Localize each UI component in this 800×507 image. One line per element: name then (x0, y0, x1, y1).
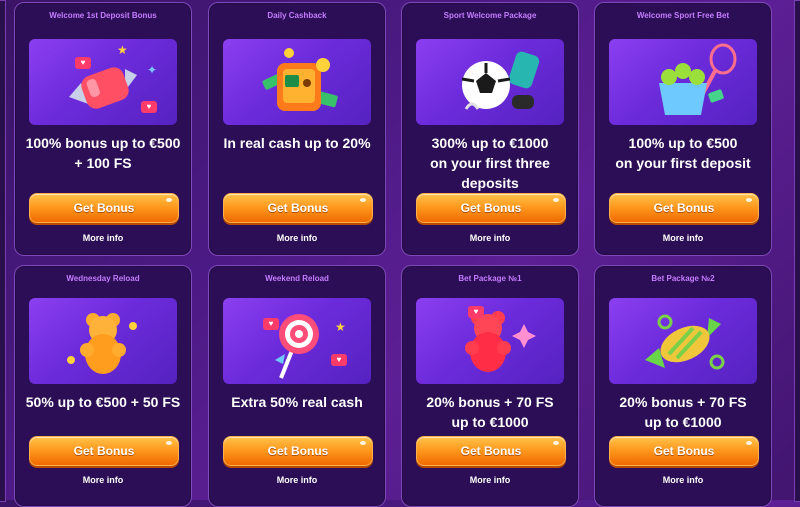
card-title: Bet Package №2 (651, 274, 715, 283)
shine-icon (360, 198, 366, 202)
card-title: Sport Welcome Package (443, 11, 537, 20)
bonus-card: Weekend Reload ♥ ♥ ★ Extra 50% real cash… (208, 265, 386, 507)
bonus-card: Welcome 1st Deposit Bonus ♥ ♥ ★ ✦ 100% b… (14, 2, 192, 256)
offer-text: In real cash up to 20% (223, 135, 371, 151)
tennis-bucket-icon (609, 39, 757, 125)
lollipop-icon: ♥ ♥ ★ (223, 298, 371, 384)
shine-icon (746, 441, 752, 445)
card-title: Bet Package №1 (458, 274, 522, 283)
bonus-card: Bet Package №2 20% bonus + 70 FS up to €… (594, 265, 772, 507)
button-label: Get Bonus (653, 444, 715, 458)
gummy-bear-icon: ♥ (416, 298, 564, 384)
star-icon: ★ (335, 320, 346, 334)
more-info-link[interactable]: More info (595, 233, 771, 243)
star-icon: ✦ (147, 63, 158, 77)
get-bonus-button[interactable]: Get Bonus (416, 436, 566, 466)
offer-text: 20% bonus + 70 FS up to €1000 (426, 394, 554, 430)
button-label: Get Bonus (267, 201, 329, 215)
card-title: Wednesday Reload (66, 274, 140, 283)
card-title: Weekend Reload (265, 274, 329, 283)
button-label: Get Bonus (73, 444, 135, 458)
candy-icon: ♥ ♥ ★ ✦ (29, 39, 177, 125)
bonus-card: Daily Cashback In real cash up to 20% Ge… (208, 2, 386, 256)
bonus-card: Wednesday Reload 50% up to €500 + 50 FS … (14, 265, 192, 507)
more-info-link[interactable]: More info (402, 233, 578, 243)
more-info-link[interactable]: More info (402, 475, 578, 485)
get-bonus-button[interactable]: Get Bonus (609, 436, 759, 466)
get-bonus-button[interactable]: Get Bonus (416, 193, 566, 223)
shine-icon (166, 441, 172, 445)
more-info-link[interactable]: More info (209, 475, 385, 485)
more-info-link[interactable]: More info (209, 233, 385, 243)
candy-icon (609, 298, 757, 384)
bonus-card: Welcome Sport Free Bet 100% up to €500 o… (594, 2, 772, 256)
card-title: Daily Cashback (267, 11, 327, 20)
left-edge-card (0, 0, 6, 502)
heart-badge-icon: ♥ (331, 354, 347, 366)
right-edge-card (794, 0, 800, 502)
get-bonus-button[interactable]: Get Bonus (609, 193, 759, 223)
heart-badge-icon: ♥ (468, 306, 484, 318)
get-bonus-button[interactable]: Get Bonus (29, 193, 179, 223)
safe-icon (223, 39, 371, 125)
get-bonus-button[interactable]: Get Bonus (223, 436, 373, 466)
star-icon: ★ (117, 43, 128, 57)
offer-text: 300% up to €1000 on your first three dep… (430, 135, 550, 191)
offer-text: 100% up to €500 on your first deposit (615, 135, 751, 171)
card-title: Welcome Sport Free Bet (636, 11, 730, 20)
bonus-card: Bet Package №1 ♥ 20% bonus + 70 FS up to… (401, 265, 579, 507)
card-title: Welcome 1st Deposit Bonus (49, 11, 157, 20)
offer-text: 50% up to €500 + 50 FS (25, 394, 181, 410)
more-info-link[interactable]: More info (15, 233, 191, 243)
button-label: Get Bonus (460, 201, 522, 215)
bonus-card: Sport Welcome Package 300% up to €1000 o… (401, 2, 579, 256)
button-label: Get Bonus (267, 444, 329, 458)
button-label: Get Bonus (73, 201, 135, 215)
button-label: Get Bonus (460, 444, 522, 458)
offer-text: 100% bonus up to €500 + 100 FS (25, 135, 181, 171)
shine-icon (360, 441, 366, 445)
heart-badge-icon: ♥ (75, 57, 91, 69)
shine-icon (553, 441, 559, 445)
offer-text: Extra 50% real cash (231, 394, 363, 410)
offer-text: 20% bonus + 70 FS up to €1000 (619, 394, 747, 430)
heart-badge-icon: ♥ (141, 101, 157, 113)
shine-icon (553, 198, 559, 202)
shine-icon (166, 198, 172, 202)
more-info-link[interactable]: More info (595, 475, 771, 485)
get-bonus-button[interactable]: Get Bonus (29, 436, 179, 466)
gummy-bear-icon (29, 298, 177, 384)
button-label: Get Bonus (653, 201, 715, 215)
more-info-link[interactable]: More info (15, 475, 191, 485)
heart-badge-icon: ♥ (263, 318, 279, 330)
get-bonus-button[interactable]: Get Bonus (223, 193, 373, 223)
soccer-ball-icon (416, 39, 564, 125)
shine-icon (746, 198, 752, 202)
